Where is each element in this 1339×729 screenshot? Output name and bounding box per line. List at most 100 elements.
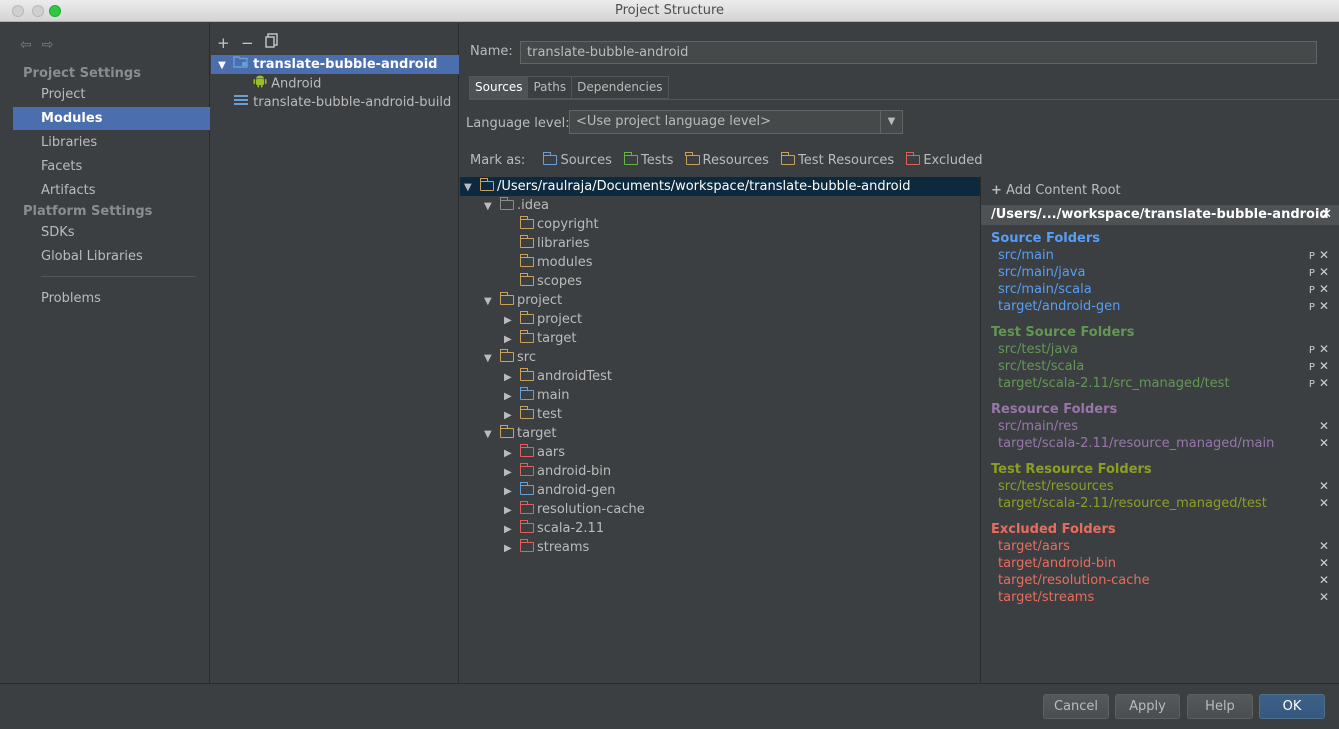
tree-collapse-icon[interactable]: ▼: [484, 197, 500, 216]
tree-collapse-icon[interactable]: ▼: [464, 178, 480, 197]
section-title: Source Folders: [991, 231, 1101, 246]
window-zoom-button[interactable]: [49, 5, 61, 17]
tree-expand-arrow[interactable]: ▼: [211, 56, 233, 75]
tree-row[interactable]: ▶ target: [504, 329, 577, 348]
sidebar-item-sdks[interactable]: SDKs: [13, 221, 210, 244]
tree-row[interactable]: ▶ main: [504, 386, 569, 405]
facet-item-android[interactable]: Android: [211, 74, 459, 93]
tree-row[interactable]: libraries: [504, 234, 590, 253]
sidebar-item-global-libraries[interactable]: Global Libraries: [13, 245, 210, 268]
mark-sources-button[interactable]: Sources: [542, 152, 612, 168]
tree-expand-icon[interactable]: ▶: [504, 463, 520, 482]
mark-excluded-button[interactable]: Excluded: [905, 152, 983, 168]
tree-row[interactable]: modules: [504, 253, 593, 272]
tree-expand-icon[interactable]: ▶: [504, 444, 520, 463]
chevron-down-icon[interactable]: ▼: [880, 111, 902, 133]
edit-properties-icon[interactable]: P: [1309, 345, 1315, 356]
tree-expand-icon[interactable]: ▶: [504, 406, 520, 425]
tree-row-label: target: [537, 331, 577, 346]
tree-row[interactable]: copyright: [504, 215, 599, 234]
mark-tests-button[interactable]: Tests: [623, 152, 673, 168]
remove-folder-icon[interactable]: ✕: [1319, 496, 1329, 510]
tree-row[interactable]: scopes: [504, 272, 582, 291]
forward-arrow-icon[interactable]: ⇨: [42, 37, 64, 53]
tree-collapse-icon[interactable]: ▼: [484, 425, 500, 444]
edit-properties-icon[interactable]: P: [1309, 268, 1315, 279]
plus-icon: +: [991, 183, 1002, 198]
tree-row[interactable]: ▼ /Users/raulraja/Documents/workspace/tra…: [460, 177, 980, 196]
tree-expand-icon[interactable]: ▶: [504, 330, 520, 349]
sidebar-item-modules[interactable]: Modules: [13, 107, 210, 130]
remove-folder-icon[interactable]: ✕: [1319, 359, 1329, 373]
remove-folder-icon[interactable]: ✕: [1319, 590, 1329, 604]
mark-test-resources-button[interactable]: Test Resources: [780, 152, 894, 168]
tree-row[interactable]: ▶ androidTest: [504, 367, 612, 386]
tree-row[interactable]: ▶ scala-2.11: [504, 519, 604, 538]
back-arrow-icon[interactable]: ⇦: [20, 37, 42, 53]
cancel-button[interactable]: Cancel: [1043, 694, 1109, 719]
remove-module-button[interactable]: −: [241, 34, 265, 52]
remove-folder-icon[interactable]: ✕: [1319, 539, 1329, 553]
tree-expand-icon[interactable]: ▶: [504, 311, 520, 330]
remove-folder-icon[interactable]: ✕: [1319, 556, 1329, 570]
tree-row[interactable]: ▶ aars: [504, 443, 565, 462]
tree-row[interactable]: ▶ android-gen: [504, 481, 616, 500]
tree-row[interactable]: ▶ android-bin: [504, 462, 611, 481]
remove-root-icon[interactable]: ✕: [1321, 205, 1332, 225]
remove-folder-icon[interactable]: ✕: [1319, 436, 1329, 450]
remove-folder-icon[interactable]: ✕: [1319, 248, 1329, 262]
tab-sources[interactable]: Sources: [469, 76, 529, 99]
remove-folder-icon[interactable]: ✕: [1319, 265, 1329, 279]
tree-row[interactable]: ▶ test: [504, 405, 562, 424]
help-button[interactable]: Help: [1187, 694, 1253, 719]
tree-row[interactable]: ▼ target: [484, 424, 557, 443]
tree-expand-icon[interactable]: ▶: [504, 482, 520, 501]
mark-resources-button[interactable]: Resources: [685, 152, 769, 168]
tree-row[interactable]: ▶ resolution-cache: [504, 500, 645, 519]
remove-folder-icon[interactable]: ✕: [1319, 376, 1329, 390]
tree-expand-icon[interactable]: ▶: [504, 368, 520, 387]
sidebar-item-project[interactable]: Project: [13, 83, 210, 106]
tree-row[interactable]: ▼ src: [484, 348, 536, 367]
remove-folder-icon[interactable]: ✕: [1319, 282, 1329, 296]
add-content-root-button[interactable]: + Add Content Root: [991, 183, 1121, 198]
window-close-button[interactable]: [12, 5, 24, 17]
tab-paths[interactable]: Paths: [527, 76, 573, 99]
tree-row[interactable]: ▶ project: [504, 310, 582, 329]
sidebar-item-libraries[interactable]: Libraries: [13, 131, 210, 154]
edit-properties-icon[interactable]: P: [1309, 302, 1315, 313]
edit-properties-icon[interactable]: P: [1309, 285, 1315, 296]
remove-folder-icon[interactable]: ✕: [1319, 299, 1329, 313]
folder-icon: [519, 482, 534, 495]
tree-expand-icon[interactable]: ▶: [504, 520, 520, 539]
footer-divider: [0, 683, 1339, 684]
sidebar-item-facets[interactable]: Facets: [13, 155, 210, 178]
language-level-select[interactable]: <Use project language level> ▼: [569, 110, 903, 134]
tab-dependencies[interactable]: Dependencies: [571, 76, 669, 99]
sidebar-item-problems[interactable]: Problems: [13, 287, 210, 310]
tree-expand-icon[interactable]: ▶: [504, 387, 520, 406]
tree-expand-icon[interactable]: ▶: [504, 501, 520, 520]
remove-folder-icon[interactable]: ✕: [1319, 573, 1329, 587]
tree-expand-icon[interactable]: ▶: [504, 539, 520, 558]
remove-folder-icon[interactable]: ✕: [1319, 342, 1329, 356]
module-item-build[interactable]: translate-bubble-android-build: [211, 93, 459, 112]
window-minimize-button[interactable]: [32, 5, 44, 17]
tree-row[interactable]: ▼ project: [484, 291, 562, 310]
edit-properties-icon[interactable]: P: [1309, 251, 1315, 262]
copy-icon[interactable]: [265, 33, 289, 52]
tree-collapse-icon[interactable]: ▼: [484, 292, 500, 311]
module-item-translate-bubble-android[interactable]: ▼ translate-bubble-android: [211, 55, 459, 74]
tree-row[interactable]: ▼ .idea: [484, 196, 549, 215]
add-module-button[interactable]: +: [217, 34, 241, 52]
edit-properties-icon[interactable]: P: [1309, 362, 1315, 373]
sidebar-item-artifacts[interactable]: Artifacts: [13, 179, 210, 202]
apply-button[interactable]: Apply: [1115, 694, 1180, 719]
remove-folder-icon[interactable]: ✕: [1319, 419, 1329, 433]
edit-properties-icon[interactable]: P: [1309, 379, 1315, 390]
tree-collapse-icon[interactable]: ▼: [484, 349, 500, 368]
ok-button[interactable]: OK: [1259, 694, 1325, 719]
remove-folder-icon[interactable]: ✕: [1319, 479, 1329, 493]
module-name-field[interactable]: translate-bubble-android: [520, 41, 1317, 64]
tree-row[interactable]: ▶ streams: [504, 538, 589, 557]
